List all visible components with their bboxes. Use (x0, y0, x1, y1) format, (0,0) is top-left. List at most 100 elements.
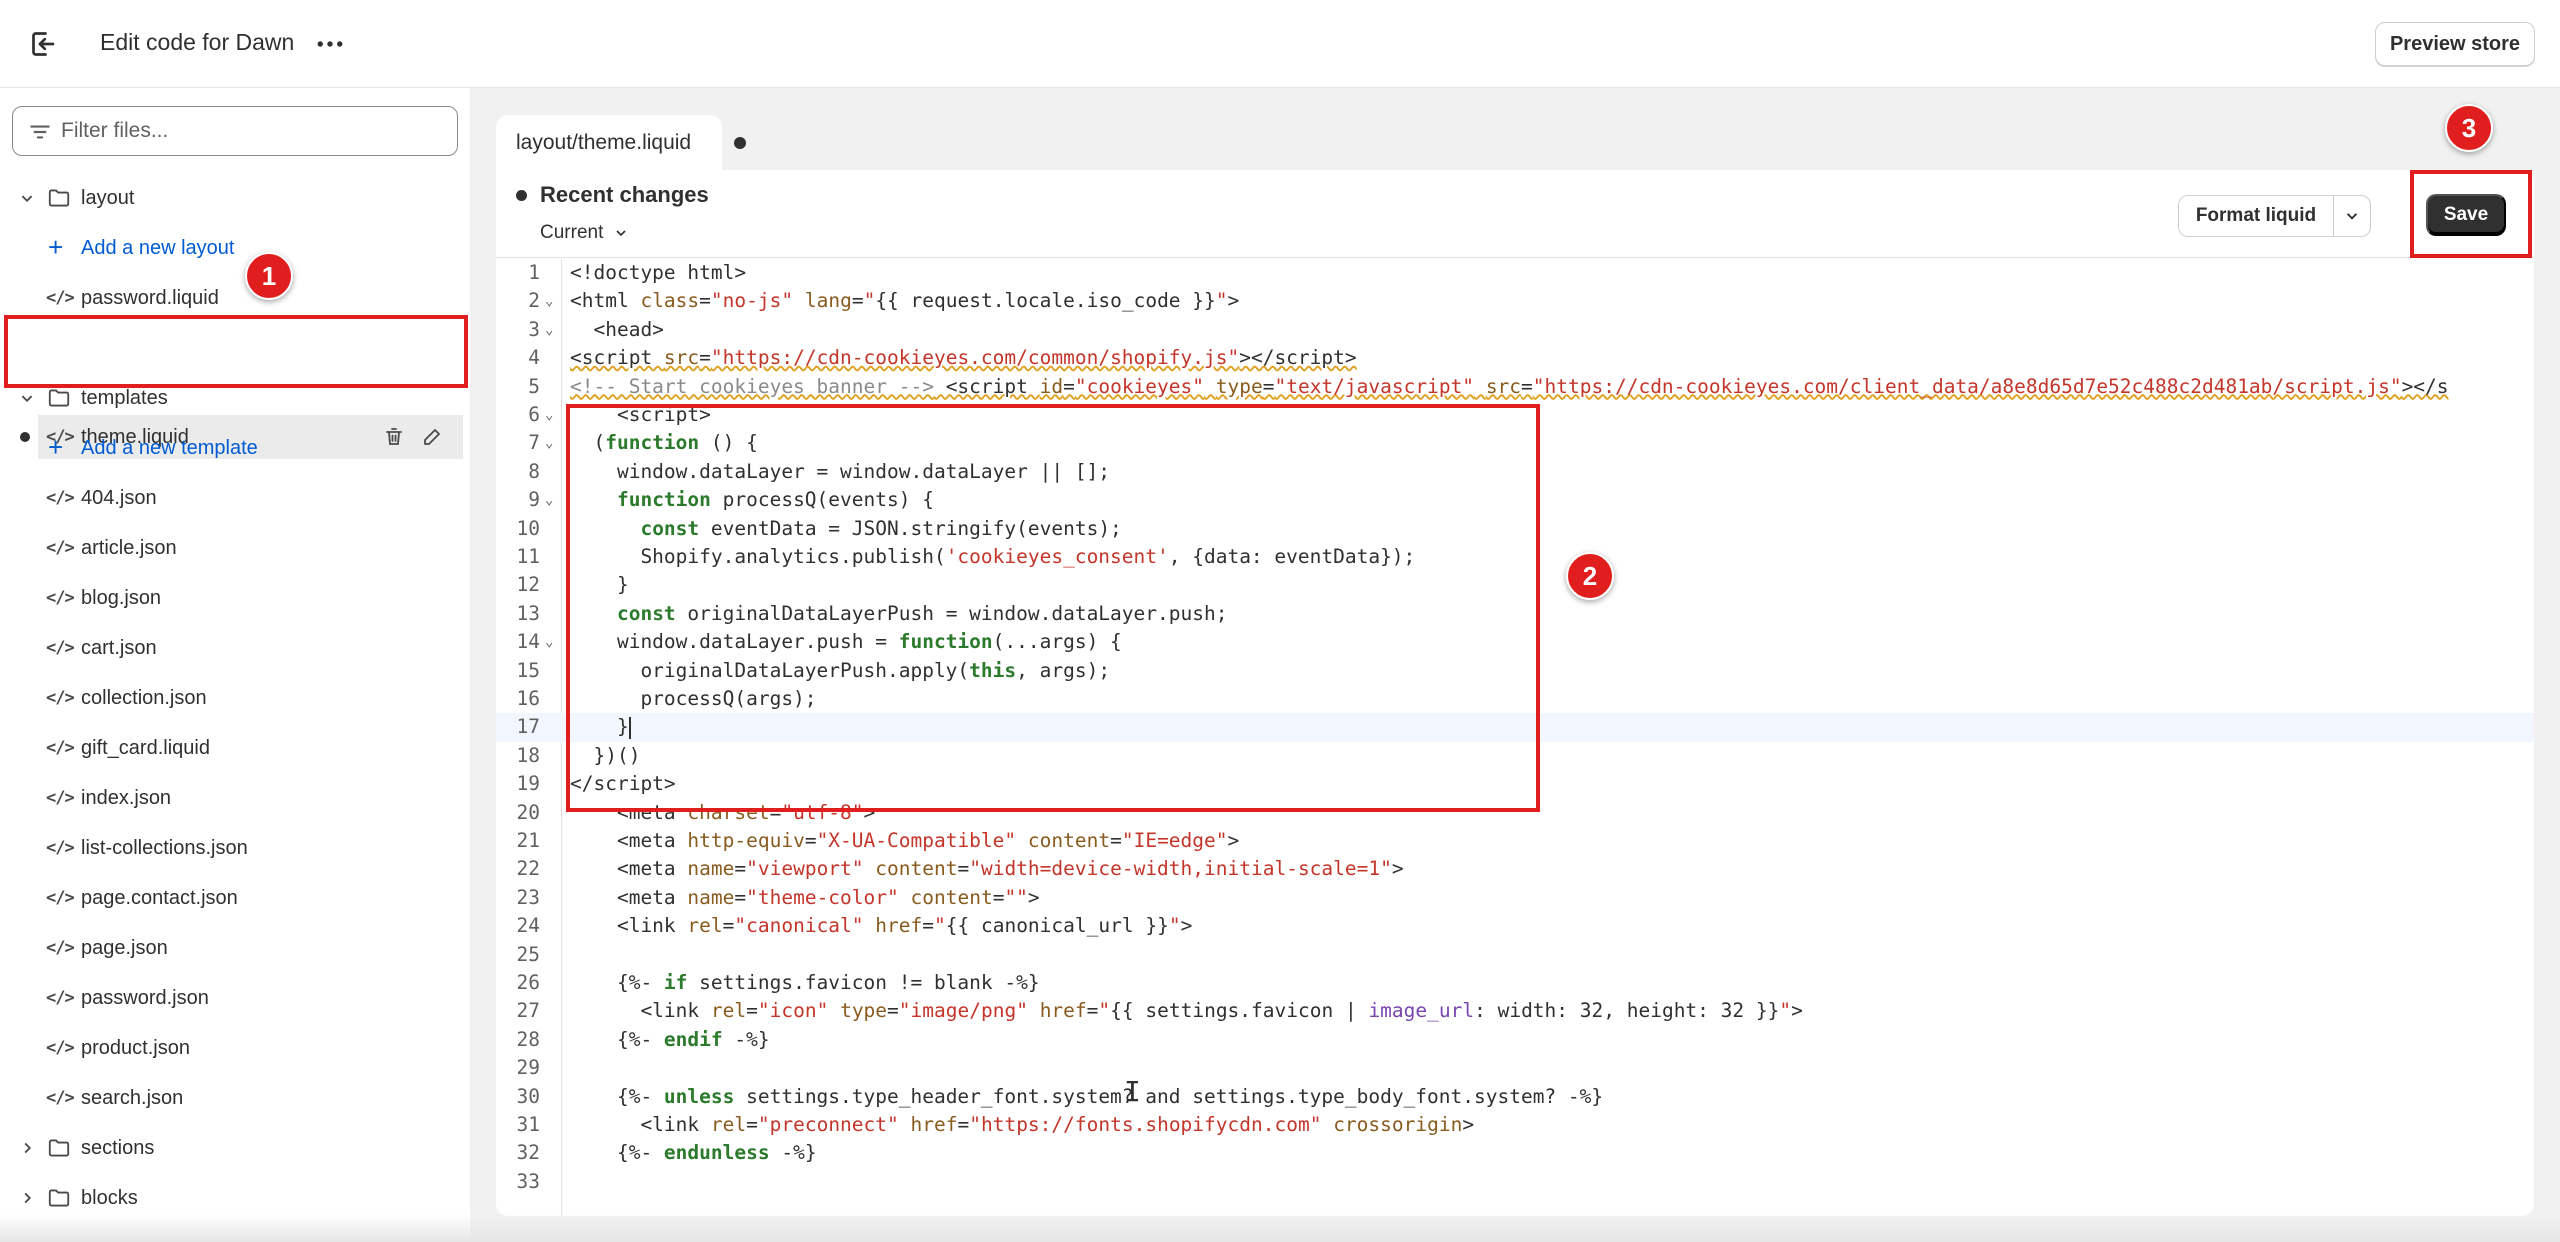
code-line[interactable]: 24 <link rel="canonical" href="{{ canoni… (496, 912, 2534, 940)
exit-icon[interactable] (26, 26, 62, 62)
code-line[interactable]: 23 <meta name="theme-color" content=""> (496, 884, 2534, 912)
folder-label: layout (81, 187, 135, 209)
code-file-icon: </> (46, 688, 75, 708)
folder-icon (48, 389, 70, 407)
line-number: 31 (516, 1113, 540, 1136)
format-options-button[interactable] (2333, 195, 2371, 237)
file-label: list-collections.json (81, 837, 248, 859)
code-text: {%- unless settings.type_header_font.sys… (570, 1084, 1604, 1108)
version-dropdown[interactable]: Current (540, 222, 629, 244)
unsaved-dot (734, 137, 746, 149)
preview-store-button[interactable]: Preview store (2375, 22, 2535, 66)
line-number: 30 (516, 1084, 540, 1108)
file-page-json[interactable]: </> page.json (0, 926, 470, 970)
code-file-icon: </> (46, 538, 75, 558)
file-collection-json[interactable]: </> collection.json (0, 676, 470, 720)
tab-path: layout/theme.liquid (516, 131, 691, 155)
chevron-down-icon[interactable] (16, 387, 38, 409)
folder-layout[interactable]: layout (0, 176, 470, 220)
code-text: {%- endif -%} (570, 1027, 770, 1051)
file-password-liquid[interactable]: </> password.liquid (0, 276, 470, 320)
fold-icon[interactable]: ⌄ (545, 486, 553, 514)
add-template-link[interactable]: + Add a new template (0, 426, 470, 470)
line-number: 17 (516, 715, 540, 739)
fold-icon[interactable]: ⌄ (545, 429, 553, 457)
line-number: 22 (516, 857, 540, 881)
code-text: <head> (570, 317, 664, 341)
add-layout-link[interactable]: + Add a new layout (0, 226, 470, 270)
code-text: <link rel="preconnect" href="https://fon… (570, 1113, 1475, 1136)
code-text: <meta name="theme-color" content=""> (570, 885, 1040, 909)
file-list-collections-json[interactable]: </> list-collections.json (0, 826, 470, 870)
version-label: Current (540, 222, 604, 243)
code-line[interactable]: 5 <!-- Start cookieyes banner --> <script… (496, 373, 2534, 401)
code-line[interactable]: 2 ⌄ <html class="no-js" lang="{{ request.l… (496, 287, 2534, 315)
chevron-right-icon[interactable] (16, 1137, 38, 1159)
line-number: 26 (516, 971, 540, 994)
line-number: 8 (528, 459, 540, 483)
code-line[interactable]: 3 ⌄ <head> (496, 316, 2534, 344)
file-gift-card-liquid[interactable]: </> gift_card.liquid (0, 726, 470, 770)
code-line[interactable]: 29 (496, 1054, 2534, 1082)
line-number: 13 (516, 601, 540, 625)
file-label: collection.json (81, 687, 207, 709)
top-bar: Edit code for Dawn Preview store (0, 0, 2560, 88)
code-line[interactable]: 1 <!doctype html> (496, 259, 2534, 287)
code-line[interactable]: 25 (496, 941, 2534, 969)
code-line[interactable]: 30 {%- unless settings.type_header_font.… (496, 1083, 2534, 1111)
file-sidebar: layout + Add a new layout </> password.l… (0, 88, 470, 1242)
file-search-json[interactable]: </> search.json (0, 1076, 470, 1120)
editor-tab[interactable]: layout/theme.liquid (496, 115, 746, 171)
format-liquid-button[interactable]: Format liquid (2178, 195, 2334, 237)
code-line[interactable]: 33 (496, 1168, 2534, 1196)
code-line[interactable]: 26 {%- if settings.favicon != blank -%} (496, 969, 2534, 997)
file-label: page.contact.json (81, 887, 238, 909)
code-file-icon: </> (46, 738, 75, 758)
code-text: <link rel="canonical" href="{{ canonical… (570, 914, 1193, 938)
file-blog-json[interactable]: </> blog.json (0, 576, 470, 620)
code-line[interactable]: 27 <link rel="icon" type="image/png" hre… (496, 997, 2534, 1025)
file-label: gift_card.liquid (81, 737, 210, 759)
file-label: 404.json (81, 487, 157, 509)
code-line[interactable]: 28 {%- endif -%} (496, 1026, 2534, 1054)
file-label: page.json (81, 937, 168, 959)
code-file-icon: </> (46, 888, 75, 908)
chevron-down-icon[interactable] (16, 187, 38, 209)
fold-icon[interactable]: ⌄ (545, 287, 553, 315)
folder-sections[interactable]: sections (0, 1126, 470, 1170)
file-cart-json[interactable]: </> cart.json (0, 626, 470, 670)
code-file-icon: </> (46, 938, 75, 958)
filter-files-input[interactable] (61, 115, 441, 147)
file-password-json[interactable]: </> password.json (0, 976, 470, 1020)
file-index-json[interactable]: </> index.json (0, 776, 470, 820)
line-number: 2 (528, 289, 540, 313)
chevron-right-icon[interactable] (16, 1187, 38, 1209)
file-404-json[interactable]: </> 404.json (0, 476, 470, 520)
line-number: 33 (516, 1169, 540, 1193)
chevron-down-icon (616, 230, 626, 237)
file-label: article.json (81, 537, 177, 559)
more-actions-icon[interactable] (312, 26, 348, 62)
code-line[interactable]: 21 <meta http-equiv="X-UA-Compatible" co… (496, 827, 2534, 855)
file-product-json[interactable]: </> product.json (0, 1026, 470, 1070)
file-label: password.json (81, 987, 209, 1009)
code-line[interactable]: 4 <script src="https://cdn-cookieyes.com/… (496, 344, 2534, 372)
folder-icon (48, 189, 70, 207)
highlight-script-block (566, 404, 1540, 812)
file-label: search.json (81, 1087, 184, 1109)
folder-label: blocks (81, 1187, 138, 1209)
code-line[interactable]: 31 <link rel="preconnect" href="https://… (496, 1111, 2534, 1139)
filter-files-field[interactable] (12, 106, 458, 156)
fold-icon[interactable]: ⌄ (545, 401, 553, 429)
annotation-badge-2: 2 (1566, 552, 1614, 600)
line-number: 27 (516, 999, 540, 1023)
code-line[interactable]: 22 <meta name="viewport" content="width=… (496, 855, 2534, 883)
file-page-contact-json[interactable]: </> page.contact.json (0, 876, 470, 920)
code-file-icon: </> (46, 638, 75, 658)
fold-icon[interactable]: ⌄ (545, 316, 553, 344)
file-article-json[interactable]: </> article.json (0, 526, 470, 570)
code-line[interactable]: 32 {%- endunless -%} (496, 1139, 2534, 1167)
highlight-theme-liquid (4, 315, 468, 388)
fold-icon[interactable]: ⌄ (545, 628, 553, 656)
code-file-icon: </> (46, 588, 75, 608)
